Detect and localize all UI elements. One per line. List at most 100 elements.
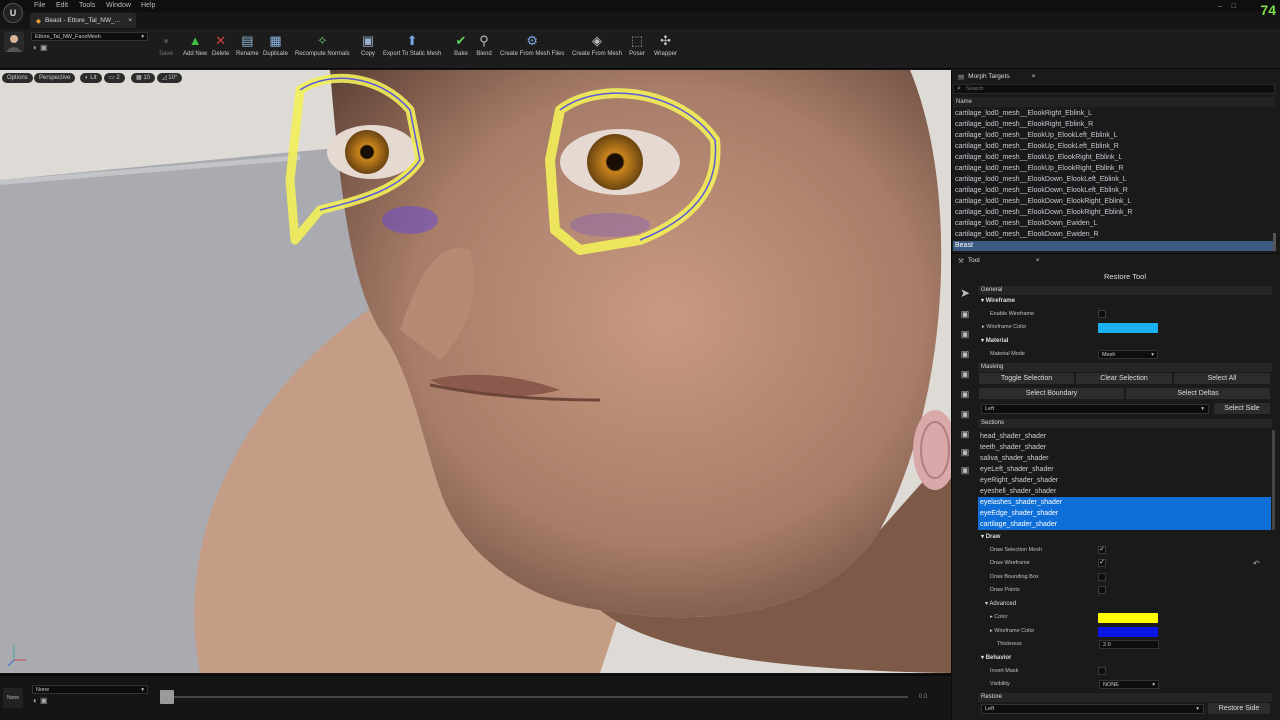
tab-tool[interactable]: ⚒ Tool ×: [953, 255, 1040, 266]
restore-side-button[interactable]: Restore Side: [1208, 703, 1270, 714]
morph-row-selected[interactable]: Beast: [955, 242, 973, 249]
delete-button[interactable]: ✕ Delete: [212, 33, 229, 57]
create-from-mesh-button[interactable]: ◈ Create From Mesh: [572, 33, 622, 57]
close-icon[interactable]: ×: [1032, 73, 1036, 80]
draw-wireframe-checkbox[interactable]: ✓: [1098, 559, 1106, 567]
window-controls[interactable]: –□: [1218, 3, 1246, 10]
timeline-track[interactable]: [160, 696, 908, 698]
section-item-selected[interactable]: eyelashes_shader_shader: [978, 497, 1271, 508]
menu-edit[interactable]: Edit: [56, 2, 68, 9]
track-thumbnail[interactable]: None: [3, 688, 23, 708]
masking-header[interactable]: Masking: [978, 363, 1272, 372]
invert-mask-checkbox[interactable]: [1098, 667, 1106, 675]
draw-selection-mesh-checkbox[interactable]: ✓: [1098, 546, 1106, 554]
morph-row[interactable]: cartilage_lod0_mesh__ElookDown_Ewiden_L: [955, 220, 1097, 227]
general-header[interactable]: General: [978, 286, 1272, 295]
tool-icon-1[interactable]: ▣: [959, 308, 971, 320]
sections-scrollbar[interactable]: [1272, 430, 1275, 530]
timeline-scrubber[interactable]: [160, 690, 174, 704]
menu-tools[interactable]: Tools: [79, 2, 95, 9]
morph-search-input[interactable]: [966, 85, 1266, 93]
draw-bounding-box-checkbox[interactable]: [1098, 573, 1106, 581]
morph-column-header[interactable]: Name: [953, 97, 1275, 107]
duplicate-button[interactable]: ▦ Duplicate: [263, 33, 288, 57]
perspective-button[interactable]: Perspective: [34, 73, 76, 83]
add-new-button[interactable]: ▲ Add New: [183, 33, 207, 57]
morph-search[interactable]: ⌕: [953, 84, 1275, 94]
browse-icon[interactable]: ◐ ▣: [33, 696, 48, 705]
save-button[interactable]: ▪ Save: [158, 33, 174, 57]
thickness-input[interactable]: 2.0: [1099, 640, 1159, 649]
restore-header[interactable]: Restore: [978, 693, 1272, 702]
morph-row[interactable]: cartilage_lod0_mesh__ElookDown_Ewiden_R: [955, 231, 1099, 238]
tool-icon-5[interactable]: ▣: [959, 388, 971, 400]
select-arrow-icon[interactable]: ➤: [959, 287, 971, 299]
toggle-selection-button[interactable]: Toggle Selection: [979, 373, 1074, 384]
tab-morph-targets[interactable]: ▤ Morph Targets ×: [953, 71, 1035, 82]
viewport[interactable]: [0, 70, 951, 673]
angle-snap-button[interactable]: ◿ 10°: [157, 73, 183, 83]
tool-icon-9[interactable]: ▣: [959, 464, 971, 476]
morph-row[interactable]: cartilage_lod0_mesh__ElookUp_ElookLeft_E…: [955, 132, 1118, 139]
morph-row[interactable]: cartilage_lod0_mesh__ElookDown_ElookLeft…: [955, 176, 1127, 183]
select-all-button[interactable]: Select All: [1174, 373, 1270, 384]
draw-header[interactable]: ▾ Draw: [978, 533, 1272, 542]
tool-icon-8[interactable]: ▣: [959, 446, 971, 458]
advanced-color-swatch[interactable]: [1098, 613, 1158, 623]
menu-file[interactable]: File: [34, 2, 45, 9]
mask-side-select[interactable]: Left ▾: [981, 404, 1209, 414]
tool-icon-7[interactable]: ▣: [959, 428, 971, 440]
viewport-options-button[interactable]: Options: [2, 73, 33, 83]
morph-row[interactable]: cartilage_lod0_mesh__ElookUp_ElookLeft_E…: [955, 143, 1119, 150]
document-tab[interactable]: ◆ Beast - Ettore_Tal_NW_... ×: [30, 13, 136, 28]
track-select[interactable]: None ▾: [32, 685, 148, 694]
morph-row[interactable]: cartilage_lod0_mesh__ElookDown_ElookRigh…: [955, 209, 1132, 216]
copy-button[interactable]: ▣ Copy: [360, 33, 376, 57]
poser-button[interactable]: ⬚ Poser: [629, 33, 645, 57]
section-item[interactable]: head_shader_shader: [978, 431, 1271, 442]
tool-icon-6[interactable]: ▣: [959, 408, 971, 420]
select-boundary-button[interactable]: Select Boundary: [979, 388, 1124, 399]
wrapper-button[interactable]: ✣ Wrapper: [654, 33, 677, 57]
avatar-icon[interactable]: [4, 32, 24, 52]
visibility-select[interactable]: NONE ▾: [1099, 680, 1159, 689]
clear-selection-button[interactable]: Clear Selection: [1076, 373, 1172, 384]
rename-button[interactable]: ▤ Rename: [236, 33, 259, 57]
material-mode-select[interactable]: Mesh ▾: [1098, 350, 1158, 359]
reset-icon[interactable]: ↶: [1253, 559, 1260, 568]
browse-icon[interactable]: ◐ ▣: [33, 43, 48, 52]
tool-icon-2[interactable]: ▣: [959, 328, 971, 340]
draw-points-checkbox[interactable]: [1098, 586, 1106, 594]
blend-button[interactable]: ⚲ Blend: [476, 33, 492, 57]
close-icon[interactable]: ×: [1036, 257, 1040, 264]
morph-row[interactable]: cartilage_lod0_mesh__ElookRight_Eblink_L: [955, 110, 1092, 117]
tool-icon-3[interactable]: ▣: [959, 348, 971, 360]
menu-help[interactable]: Help: [141, 2, 155, 9]
morph-scrollbar[interactable]: [1273, 233, 1276, 251]
behavior-header[interactable]: ▾ Behavior: [978, 654, 1272, 663]
morph-row[interactable]: cartilage_lod0_mesh__ElookDown_ElookRigh…: [955, 198, 1131, 205]
select-side-button[interactable]: Select Side: [1214, 403, 1270, 414]
morph-row[interactable]: cartilage_lod0_mesh__ElookRight_Eblink_R: [955, 121, 1093, 128]
enable-wireframe-checkbox[interactable]: [1098, 310, 1106, 318]
wireframe-color-swatch[interactable]: [1098, 323, 1158, 333]
lit-mode-button[interactable]: ◐ Lit: [80, 73, 102, 83]
sections-header[interactable]: Sections: [978, 419, 1272, 428]
mesh-select[interactable]: Ettore_Tal_NW_FaceMesh ▾: [31, 32, 148, 41]
section-item-selected[interactable]: cartilage_shader_shader: [978, 519, 1271, 530]
select-deltas-button[interactable]: Select Deltas: [1126, 388, 1270, 399]
morph-row[interactable]: cartilage_lod0_mesh__ElookUp_ElookRight_…: [955, 165, 1124, 172]
close-icon[interactable]: ×: [128, 17, 132, 24]
section-item-selected[interactable]: eyeEdge_shader_shader: [978, 508, 1271, 519]
bake-button[interactable]: ✔ Bake: [453, 33, 469, 57]
section-item[interactable]: eyeLeft_shader_shader: [978, 464, 1271, 475]
section-item[interactable]: eyeRight_shader_shader: [978, 475, 1271, 486]
restore-side-select[interactable]: Left ▾: [981, 704, 1204, 714]
section-item[interactable]: saliva_shader_shader: [978, 453, 1271, 464]
create-from-mesh-files-button[interactable]: ⚙ Create From Mesh Files: [500, 33, 564, 57]
advanced-header[interactable]: ▾ Advanced: [982, 600, 1272, 609]
section-item[interactable]: teeth_shader_shader: [978, 442, 1271, 453]
recompute-normals-button[interactable]: ✧ Recompute Normals: [295, 33, 350, 57]
morph-row[interactable]: cartilage_lod0_mesh__ElookDown_ElookLeft…: [955, 187, 1128, 194]
menu-window[interactable]: Window: [106, 2, 131, 9]
